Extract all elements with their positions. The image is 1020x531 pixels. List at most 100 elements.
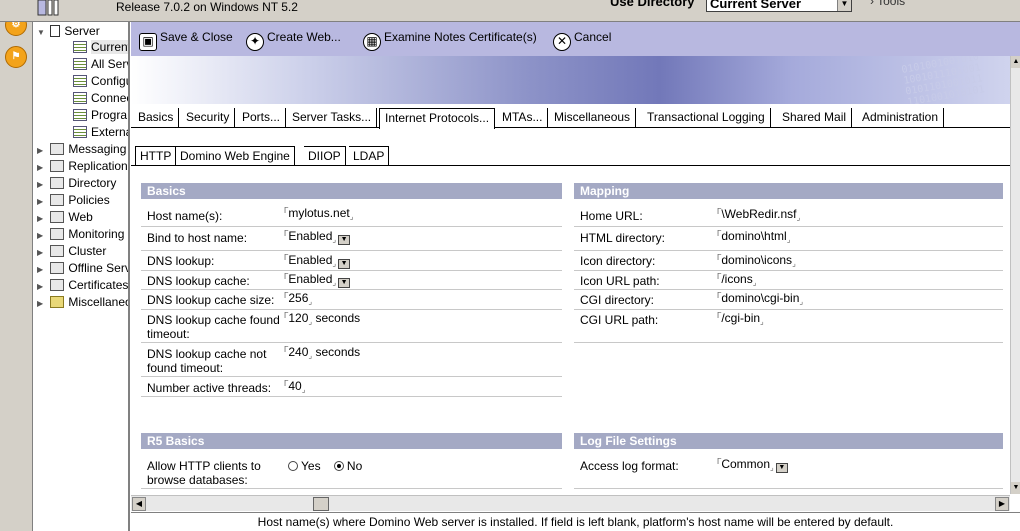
cgi-dir-field[interactable]: Гdomino\cgi-bin⌟ [717, 291, 803, 306]
chevron-right-icon[interactable]: ▶ [37, 279, 47, 295]
tab-miscellaneous[interactable]: Miscellaneous [549, 108, 637, 128]
host-names-label: Host name(s): [147, 209, 223, 223]
scroll-thumb[interactable] [313, 497, 329, 511]
chevron-down-icon[interactable]: ▼ [338, 259, 351, 269]
found-timeout-field[interactable]: Г120⌟ seconds [284, 311, 360, 326]
tools-menu[interactable]: › Tools [870, 0, 905, 8]
scroll-right-icon[interactable]: ▶ [995, 497, 1009, 511]
chevron-down-icon[interactable]: ▼ [775, 463, 788, 473]
threads-label: Number active threads: [147, 381, 272, 395]
chevron-down-icon[interactable]: ▼ [338, 278, 351, 288]
dns-cache-select[interactable]: ГEnabled⌟ ▼ [284, 272, 351, 288]
create-web-button[interactable]: ✦ Create Web... [246, 26, 341, 51]
chevron-down-icon[interactable]: ▼ [837, 0, 851, 11]
view-icon [73, 92, 87, 104]
use-directory-select[interactable]: Current Server ▼ [706, 0, 852, 12]
examine-certificate-button[interactable]: ▦ Examine Notes Certificate(s) [363, 26, 537, 51]
tree-item-programs[interactable]: Progra [73, 107, 127, 123]
tree-item-miscellaneous[interactable]: ▶ Miscellaneo [37, 294, 128, 312]
tab-ports[interactable]: Ports... [237, 108, 287, 128]
basics-section-header: Basics [141, 183, 562, 199]
chevron-right-icon[interactable]: ▶ [37, 262, 47, 278]
tree-item-all-servers[interactable]: All Serv [73, 56, 128, 72]
chevron-right-icon[interactable]: ▶ [37, 194, 47, 210]
no-radio[interactable]: No [333, 459, 362, 473]
not-found-timeout-field[interactable]: Г240⌟ seconds [284, 345, 360, 360]
cgi-url-field[interactable]: Г/cgi-bin⌟ [717, 311, 764, 326]
tab-internet-protocols[interactable]: Internet Protocols... [379, 108, 496, 129]
header: Release 7.0.2 on Windows NT 5.2 Use Dire… [0, 0, 1020, 22]
html-dir-field[interactable]: Гdomino\html⌟ [717, 229, 790, 244]
tree-item-web[interactable]: ▶ Web [37, 209, 93, 225]
server-logo-icon [36, 0, 70, 16]
chevron-right-icon[interactable]: ▶ [37, 143, 47, 159]
threads-field[interactable]: Г40⌟ [284, 379, 305, 394]
access-format-label: Access log format: [580, 459, 679, 473]
tree-item-external[interactable]: Externa [73, 124, 128, 140]
host-names-field[interactable]: Гmylotus.net⌟ [284, 206, 353, 221]
scroll-down-icon[interactable]: ▼ [1011, 482, 1020, 494]
scroll-left-icon[interactable]: ◀ [132, 497, 146, 511]
chevron-right-icon[interactable]: ▶ [37, 160, 47, 176]
tab-administration[interactable]: Administration [857, 108, 945, 128]
chevron-right-icon[interactable]: ▶ [37, 245, 47, 261]
tab-shared-mail[interactable]: Shared Mail [777, 108, 853, 128]
allow-browse-radio-group: Yes No [288, 459, 362, 473]
bookmark-icon[interactable]: ⚑ [5, 46, 27, 68]
tree-item-messaging[interactable]: ▶ Messaging [37, 141, 126, 157]
tab-mtas[interactable]: MTAs... [497, 108, 549, 128]
tab-transactional-logging[interactable]: Transactional Logging [642, 108, 771, 128]
tab-security[interactable]: Security [181, 108, 236, 128]
allow-browse-label: Allow HTTP clients to browse databases: [147, 459, 261, 487]
icon-dir-field[interactable]: Гdomino\icons⌟ [717, 253, 796, 268]
tree-item-configurations[interactable]: Configu [73, 73, 128, 89]
chevron-right-icon[interactable]: ▶ [37, 177, 47, 193]
tab-http[interactable]: HTTP [135, 146, 177, 166]
tab-basics[interactable]: Basics [133, 108, 180, 128]
offline-icon [50, 262, 65, 274]
chevron-right-icon[interactable]: ▶ [37, 228, 47, 244]
yes-radio[interactable]: Yes [288, 459, 321, 473]
bookmark-bar: ⚙ ⚑ [0, 0, 33, 531]
tab-diiop[interactable]: DIIOP [304, 146, 346, 166]
tree-item-server[interactable]: ▼ Server [37, 23, 100, 39]
tree-item-replication[interactable]: ▶ Replication [37, 158, 128, 174]
policies-icon [50, 194, 65, 206]
banner-image: 0101001001010 1001011101001 0101101001011 1… [131, 56, 1012, 104]
chevron-right-icon[interactable]: ▶ [37, 296, 47, 312]
horizontal-scrollbar[interactable]: ◀ ▶ [131, 495, 1010, 511]
tree-item-policies[interactable]: ▶ Policies [37, 192, 110, 208]
tree-item-directory[interactable]: ▶ Directory [37, 175, 116, 191]
folder-icon [50, 296, 65, 308]
tree-item-cluster[interactable]: ▶ Cluster [37, 243, 106, 259]
monitoring-icon [50, 228, 65, 240]
tree-item-monitoring[interactable]: ▶ Monitoring [37, 226, 124, 242]
home-url-field[interactable]: Г\WebRedir.nsf⌟ [717, 207, 800, 222]
home-url-label: Home URL: [580, 209, 643, 223]
tree-item-certificates[interactable]: ▶ Certificates [37, 277, 128, 293]
tree-item-offline-services[interactable]: ▶ Offline Serv [37, 260, 128, 278]
access-format-select[interactable]: ГCommon⌟ ▼ [717, 457, 788, 473]
chevron-down-icon[interactable]: ▼ [338, 235, 351, 245]
scroll-up-icon[interactable]: ▲ [1011, 56, 1020, 68]
tree-item-connections[interactable]: Connec [73, 90, 128, 106]
icon-url-field[interactable]: Г/icons⌟ [717, 272, 756, 287]
view-icon [73, 75, 87, 87]
dns-lookup-select[interactable]: ГEnabled⌟ ▼ [284, 253, 351, 269]
tab-domino-web-engine[interactable]: Domino Web Engine [176, 146, 295, 166]
view-icon [73, 58, 87, 70]
chevron-right-icon[interactable]: ▶ [37, 211, 47, 227]
tree-item-current[interactable]: Current [73, 39, 128, 55]
bind-host-select[interactable]: ГEnabled⌟ ▼ [284, 229, 351, 245]
chevron-down-icon[interactable]: ▼ [37, 25, 47, 41]
found-timeout-row: DNS lookup cache found timeout: [147, 313, 287, 341]
cancel-button[interactable]: ✕ Cancel [553, 26, 611, 51]
dns-cache-size-field[interactable]: Г256⌟ [284, 291, 312, 306]
vertical-scrollbar[interactable]: ▲ ▼ [1010, 56, 1020, 494]
disk-icon: ▣ [139, 33, 157, 51]
tab-server-tasks[interactable]: Server Tasks... [287, 108, 378, 128]
save-close-button[interactable]: ▣ Save & Close [139, 26, 233, 51]
tab-ldap[interactable]: LDAP [349, 146, 390, 166]
dns-cache-size-label: DNS lookup cache size: [147, 293, 275, 307]
seconds-unit: seconds [315, 345, 361, 359]
